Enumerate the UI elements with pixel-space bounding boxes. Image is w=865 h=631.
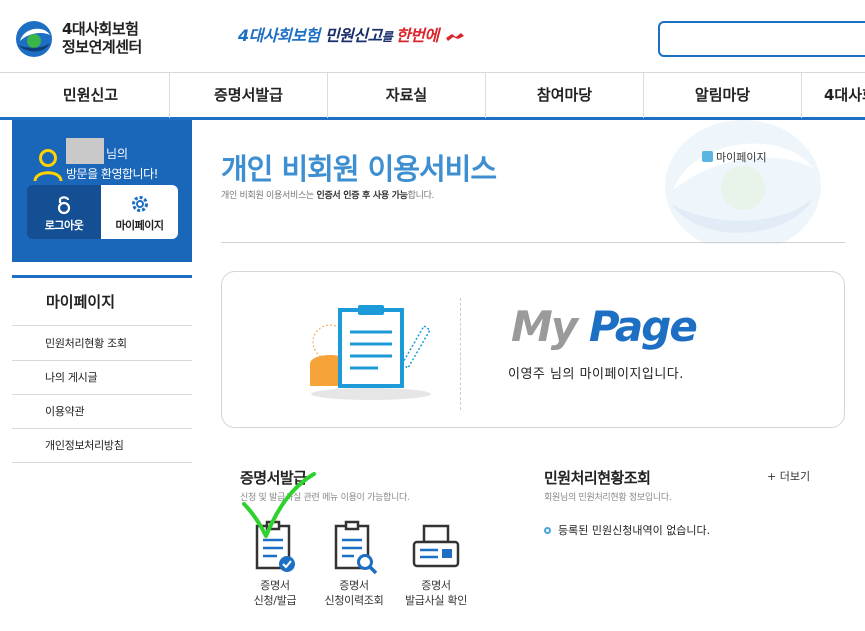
more-link[interactable]: + 더보기 xyxy=(767,468,810,484)
logo-text-line2: 정보연계센터 xyxy=(62,38,142,56)
nav-item-notice[interactable]: 알림마당 xyxy=(644,73,802,118)
mypage-logo-page: Page xyxy=(588,302,698,351)
user-welcome-box: 님의 방문을 환영합니다! 로그아웃 마이페이지 xyxy=(12,120,192,262)
slogan-part2: 민원신고 xyxy=(324,26,382,45)
page-subtitle: 개인 비회원 이용서비스는 인증서 인증 후 사용 가능합니다. xyxy=(221,188,434,201)
mypage-button[interactable]: 마이페이지 xyxy=(101,185,178,239)
mypage-label: 마이페이지 xyxy=(115,219,164,232)
nav-item-complaint-report[interactable]: 민원신고 xyxy=(12,73,170,118)
slogan-part1: 4대사회보험 xyxy=(238,26,320,45)
breadcrumb[interactable]: 마이페이지 xyxy=(702,149,767,165)
cert-verify-label-1: 증명서 xyxy=(421,579,451,592)
user-nim-suffix: 님의 xyxy=(106,147,129,161)
nav-item-four-insurance[interactable]: 4대사회 xyxy=(802,73,865,118)
logout-button[interactable]: 로그아웃 xyxy=(27,185,101,239)
main-navigation: 민원신고 증명서발급 자료실 참여마당 알림마당 4대사회 xyxy=(0,72,865,120)
mypage-banner-card: My Page 이영주 님의 마이페이지입니다. xyxy=(221,271,845,428)
document-check-icon xyxy=(255,520,295,572)
sidebar-title: 마이페이지 xyxy=(12,278,192,326)
status-section-subtitle: 회원님의 민원처리현황 정보입니다. xyxy=(544,493,672,503)
status-empty-message: 등록된 민원신청내역이 없습니다. xyxy=(544,522,710,538)
breadcrumb-current: 마이페이지 xyxy=(716,151,767,164)
nav-item-participation[interactable]: 참여마당 xyxy=(486,73,644,118)
runner-icon xyxy=(445,33,464,41)
sidebar-item-terms[interactable]: 이용약관 xyxy=(12,395,192,429)
lock-icon xyxy=(57,196,71,215)
card-divider xyxy=(460,298,461,410)
page-subtitle-post: 합니다. xyxy=(407,191,435,201)
printer-icon xyxy=(412,524,460,568)
status-section-title: 민원처리현황조회 xyxy=(544,469,651,487)
page-title: 개인 비회원 이용서비스 xyxy=(221,152,497,186)
sidebar-item-complaint-status[interactable]: 민원처리현황 조회 xyxy=(12,327,192,361)
title-divider xyxy=(221,242,845,243)
mypage-logo: My Page xyxy=(511,302,698,351)
document-search-icon xyxy=(334,520,378,575)
slogan-part3: 를 xyxy=(381,30,396,44)
mypage-welcome-message: 이영주 님의 마이페이지입니다. xyxy=(508,367,684,382)
logo-text-line1: 4대사회보험 xyxy=(62,20,139,38)
sidebar-item-my-posts[interactable]: 나의 게시글 xyxy=(12,361,192,395)
nav-item-certificate[interactable]: 증명서발급 xyxy=(170,73,328,118)
site-header: 4대사회보험 정보연계센터 4대사회보험 민원신고를 한번에 xyxy=(0,0,865,72)
slogan-part4: 한번에 xyxy=(395,26,439,45)
sidebar-item-privacy-policy[interactable]: 개인정보처리방침 xyxy=(12,429,192,463)
title-decoration-emblem xyxy=(665,120,821,244)
home-icon xyxy=(702,151,713,162)
nav-item-archive[interactable]: 자료실 xyxy=(328,73,486,118)
header-slogan: 4대사회보험 민원신고를 한번에 xyxy=(238,22,466,46)
logo-emblem-icon xyxy=(16,21,52,57)
status-empty-text: 등록된 민원신청내역이 없습니다. xyxy=(558,524,711,537)
document-illustration-icon xyxy=(310,305,432,400)
cert-section-subtitle: 신청 및 발급사실 관련 메뉴 이용이 가능합니다. xyxy=(240,493,410,503)
user-icon xyxy=(33,149,63,182)
cert-verify-label-2: 발급사실 확인 xyxy=(404,594,468,607)
user-welcome-text: 방문을 환영합니다! xyxy=(66,167,158,181)
mypage-logo-my: My xyxy=(511,302,578,351)
page-subtitle-bold: 인증서 인증 후 사용 가능 xyxy=(316,191,408,201)
logout-label: 로그아웃 xyxy=(44,219,84,232)
gear-icon xyxy=(131,196,148,212)
bullet-icon xyxy=(544,527,551,534)
site-logo[interactable]: 4대사회보험 정보연계센터 xyxy=(14,16,164,60)
cert-section-title: 증명서발급 xyxy=(240,469,307,487)
cert-verify-button[interactable]: 증명서 발급사실 확인 xyxy=(388,520,484,612)
page-subtitle-pre: 개인 비회원 이용서비스는 xyxy=(221,191,317,201)
search-input[interactable] xyxy=(658,21,865,57)
user-name-redacted xyxy=(66,138,104,164)
